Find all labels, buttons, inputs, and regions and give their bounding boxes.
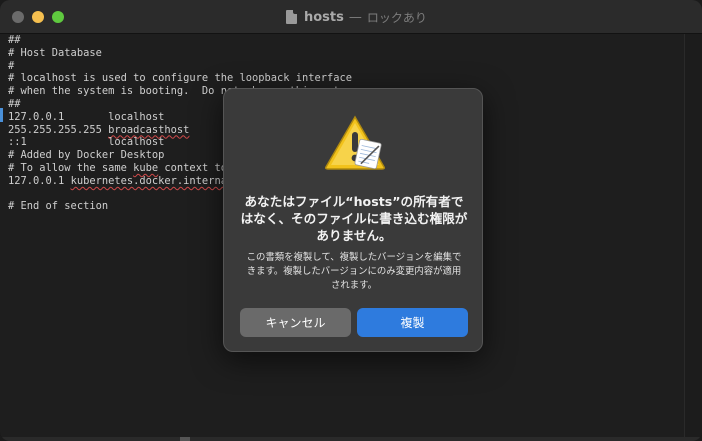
code-line-text: 127.0.0.1 [8,174,71,187]
document-name: hosts [304,9,344,25]
code-line-text: localhost [108,110,165,123]
document-icon [286,10,297,24]
code-line-text: # localhost is used to configure the loo… [8,72,353,85]
code-line-text: # To allow the same [8,161,134,174]
cancel-button[interactable]: キャンセル [240,308,351,337]
dialog-message: この書類を複製して、複製したバージョンを編集できます。複製したバージョンにのみ変… [246,252,462,292]
horizontal-scroll-indicator[interactable] [180,437,190,441]
code-line-text: ## [8,34,21,46]
code-line-text: localhost [108,136,165,149]
title-bar[interactable]: hosts — ロックあり [0,0,702,34]
text-editor-window: hosts — ロックあり ## # Host Database # # localh… [0,0,702,441]
close-window-button[interactable] [12,11,24,23]
window-title[interactable]: hosts — ロックあり [286,9,427,25]
code-line[interactable]: # localhost is used to configure the loo… [8,72,452,85]
title-separator: — [348,9,362,25]
code-line-text: # End of section [8,200,109,213]
minimize-window-button[interactable] [32,11,44,23]
code-line[interactable]: # [8,60,452,73]
permission-alert-dialog: あなたはファイル“hosts”の所有者ではなく、そのファイルに書き込む権限があり… [223,88,483,352]
zoom-window-button[interactable] [52,11,64,23]
code-line-text: ## [8,97,21,110]
code-line[interactable]: # Host Database [8,47,452,60]
code-line-text: # Host Database [8,46,102,59]
code-line-text: 127.0.0.1 [8,110,109,123]
code-line-text: # [8,59,15,72]
spelling-flagged-word: broadcasthost [108,123,190,136]
duplicate-button[interactable]: 複製 [357,308,468,337]
spelling-flagged-word: kubernetes.docker.internal [70,174,234,187]
warning-icon [325,115,385,170]
vertical-scrollbar[interactable] [684,34,702,437]
window-bottom-edge [0,437,702,441]
code-line[interactable]: ## [8,34,452,47]
code-line-text: ::1 [8,136,109,149]
code-line-text: # Added by Docker Desktop [8,149,165,162]
text-cursor-marker [0,108,3,122]
lock-status: ロックあり [366,10,427,25]
code-line-text: 255.255.255.255 [8,123,109,136]
spelling-flagged-word: kube [133,161,159,174]
dialog-title: あなたはファイル“hosts”の所有者ではなく、そのファイルに書き込む権限があり… [240,194,468,243]
